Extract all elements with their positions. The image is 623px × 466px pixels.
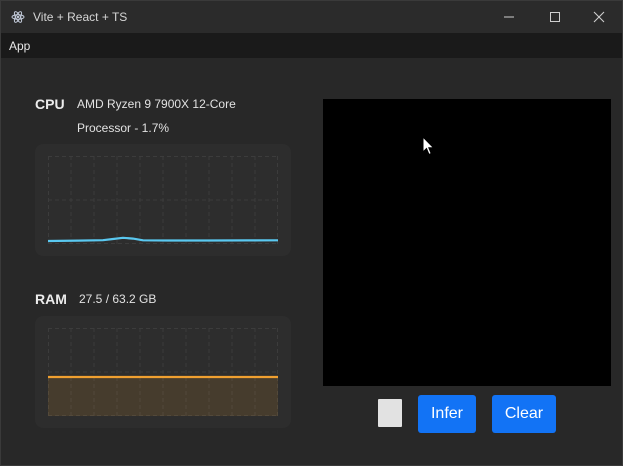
title-bar[interactable]: Vite + React + TS [1,1,622,33]
cpu-description: AMD Ryzen 9 7900X 12-Core Processor - 1.… [77,97,277,140]
ram-graph [35,316,291,428]
menu-bar: App [1,33,622,58]
electron-icon [11,11,25,23]
cpu-label: CPU [35,96,65,112]
minimize-icon [504,16,514,18]
window-title: Vite + React + TS [33,10,128,24]
clear-button[interactable]: Clear [492,395,556,433]
cursor-icon [422,136,435,156]
close-icon [593,11,605,23]
app-window: Vite + React + TS App CPU AMD Ryzen 9 79… [0,0,623,466]
main-content: CPU AMD Ryzen 9 7900X 12-Core Processor … [1,58,622,465]
cpu-graph-grid [48,156,278,244]
menu-item-app[interactable]: App [9,39,30,53]
infer-button[interactable]: Infer [418,395,476,433]
cpu-graph [35,144,291,256]
cpu-usage-line [48,236,278,243]
ram-label: RAM [35,291,67,307]
close-button[interactable] [576,1,622,33]
ram-graph-plot [48,328,278,416]
brush-color-swatch[interactable] [378,399,402,427]
ram-usage-fill [48,377,278,416]
drawing-canvas[interactable] [323,99,611,386]
maximize-button[interactable] [532,1,578,33]
cpu-usage-text: Processor - 1.7% [77,121,170,135]
maximize-icon [550,12,560,22]
cpu-model-text: AMD Ryzen 9 7900X 12-Core [77,97,236,111]
minimize-button[interactable] [486,1,532,33]
ram-usage-text: 27.5 / 63.2 GB [79,292,157,306]
cpu-graph-plot [48,156,278,244]
